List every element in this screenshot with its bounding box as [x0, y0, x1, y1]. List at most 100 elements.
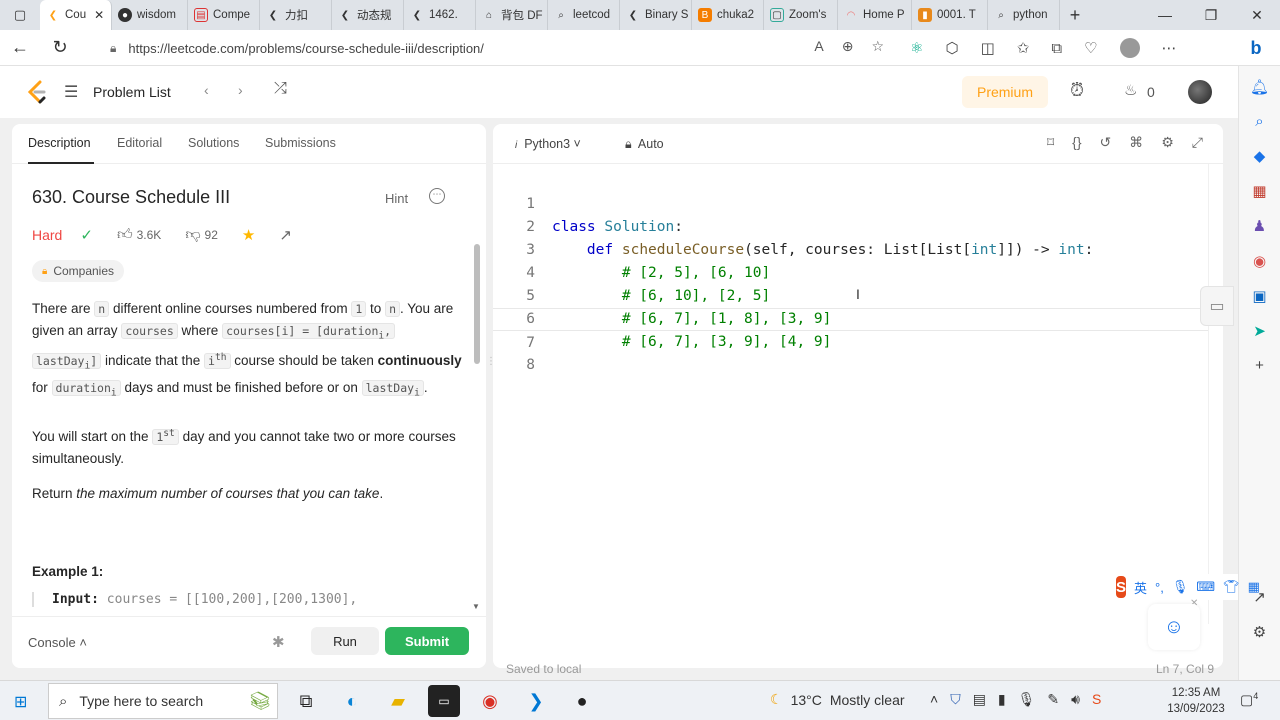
browser-tab[interactable]: ▢ Zoom's	[764, 0, 838, 30]
performance-icon[interactable]: ♡	[1084, 39, 1097, 57]
more-menu-icon[interactable]: ⋯	[1162, 39, 1177, 57]
vscode-icon[interactable]: ❯	[520, 685, 552, 717]
favorite-star-icon[interactable]: ☆	[871, 38, 884, 55]
browser-tab[interactable]: Bchuka2	[692, 0, 764, 30]
more-options-icon[interactable]: ⋯	[429, 188, 445, 204]
hint-button[interactable]: Hint	[385, 191, 408, 206]
minimize-icon[interactable]: —	[1142, 7, 1188, 23]
browser-tab[interactable]: ❮ 力扣	[260, 0, 332, 30]
shield-icon[interactable]: ⛉	[950, 691, 961, 708]
code-line[interactable]: 1 class Solution:	[493, 170, 1208, 235]
punctuation-icon[interactable]: °,	[1155, 580, 1164, 595]
browser-tab[interactable]: ▤ Compe	[188, 0, 260, 30]
toolbox-icon[interactable]: ▦	[1252, 182, 1266, 200]
keyboard-icon[interactable]: ⌨	[1196, 579, 1215, 595]
favorites-icon[interactable]: ✩	[1017, 39, 1030, 57]
shuffle-icon[interactable]: ⤮	[274, 80, 287, 98]
send-icon[interactable]: ➤	[1253, 322, 1266, 340]
tab-description[interactable]: Description	[28, 136, 91, 150]
thumbs-up-icon[interactable]: 👍︎	[117, 226, 133, 244]
premium-button[interactable]: Premium	[962, 76, 1048, 108]
console-toggle[interactable]: Console ˄	[28, 635, 87, 650]
terminal-icon[interactable]: ▭	[428, 685, 460, 717]
document-icon[interactable]: ▭	[1200, 286, 1234, 326]
code-line[interactable]: 4 # [6, 10], [2, 5]	[493, 239, 1208, 304]
chrome-icon[interactable]: ◉	[474, 685, 506, 717]
clock[interactable]: 12:35 AM 13/09/2023	[1166, 685, 1226, 717]
share-icon[interactable]: ↗	[279, 226, 292, 244]
editor-settings-icon[interactable]: ⚙	[1161, 134, 1174, 151]
task-view-icon[interactable]: ⧉	[290, 685, 322, 717]
browser-tab-active[interactable]: ❮ Cou ✕	[40, 0, 112, 30]
alarm-clock-icon[interactable]: ⏰︎	[1070, 80, 1084, 101]
shopping-tag-icon[interactable]: ◆	[1254, 147, 1266, 165]
browser-tab[interactable]: ❮ 1462.	[404, 0, 476, 30]
tab-actions-icon[interactable]: ▢	[0, 0, 40, 30]
windows-start-icon[interactable]: ⊞	[14, 692, 27, 712]
sogou-ime-icon[interactable]: S	[1116, 576, 1127, 598]
network-icon[interactable]: ▤	[973, 691, 986, 708]
microphone-icon[interactable]: 🎙︎	[1172, 579, 1189, 595]
sidebar-settings-icon[interactable]: ⚙	[1253, 623, 1266, 641]
code-line[interactable]: 2 def scheduleCourse(self, courses: List…	[493, 193, 1208, 258]
split-screen-icon[interactable]: ◫	[981, 39, 995, 57]
games-icon[interactable]: ♟	[1253, 217, 1266, 235]
books-icon[interactable]: 📚︎	[244, 685, 276, 717]
code-line[interactable]: 8	[493, 331, 1208, 373]
search-icon[interactable]: ⌕	[1255, 113, 1263, 130]
ime-menu-icon[interactable]: ▦	[1248, 579, 1260, 595]
description-scrollbar[interactable]	[474, 244, 480, 364]
companies-tag[interactable]: 🔒︎ Companies	[32, 260, 125, 282]
usb-icon[interactable]: ▮	[998, 691, 1006, 708]
code-area[interactable]: 1 class Solution: 2 def scheduleCourse(s…	[493, 170, 1208, 610]
code-line-active[interactable]: 7	[493, 308, 1208, 351]
user-avatar[interactable]	[1188, 80, 1212, 104]
tab-solutions[interactable]: Solutions	[188, 136, 239, 150]
browser-tab[interactable]: ▮ 0001. T	[912, 0, 988, 30]
browser-tab[interactable]: ◠ Home P	[838, 0, 912, 30]
streak-fire-icon[interactable]: ♨	[1124, 81, 1137, 99]
thumbs-down-icon[interactable]: 👎︎	[185, 226, 200, 244]
extensions-icon[interactable]: ⬡	[945, 39, 958, 57]
office-icon[interactable]: ◉	[1253, 252, 1266, 270]
profile-avatar[interactable]	[1119, 38, 1140, 58]
submit-button[interactable]: Submit	[385, 627, 469, 655]
bell-icon[interactable]: 🔔︎	[1250, 78, 1269, 96]
browser-tab[interactable]: ❮ Binary S	[620, 0, 692, 30]
favorite-star-icon[interactable]: ★	[242, 226, 255, 244]
back-icon[interactable]: ←	[0, 37, 40, 58]
bing-copilot-icon[interactable]: b	[1240, 34, 1272, 62]
close-tab-icon[interactable]: ✕	[94, 8, 104, 22]
fullscreen-icon[interactable]: ⤢	[1192, 134, 1203, 151]
browser-tab[interactable]: ● wisdom	[112, 0, 188, 30]
sogou-tray-icon[interactable]: S	[1092, 691, 1101, 708]
zoom-icon[interactable]: ⊕	[842, 38, 854, 55]
debug-icon[interactable]: ✱	[272, 633, 285, 651]
tab-submissions[interactable]: Submissions	[265, 136, 336, 150]
scroll-down-icon[interactable]: ▼	[472, 602, 480, 611]
url-field[interactable]: 🔒︎ https://leetcode.com/problems/course-…	[96, 34, 896, 62]
weather-widget[interactable]: ☾ 13°C Mostly clear	[770, 691, 905, 708]
microphone-icon[interactable]: 🎙︎	[1018, 691, 1036, 708]
reset-code-icon[interactable]: ↺	[1100, 134, 1112, 151]
ime-language-toggle[interactable]: 英	[1134, 578, 1147, 597]
edge-browser-icon[interactable]: ◐	[336, 685, 368, 717]
leetcode-logo-icon[interactable]	[26, 80, 48, 104]
read-aloud-icon[interactable]: A	[814, 38, 823, 55]
volume-icon[interactable]: 🔊︎	[1071, 691, 1080, 708]
shortcuts-icon[interactable]: ⌘	[1129, 134, 1143, 151]
file-explorer-icon[interactable]: ▰	[382, 685, 414, 717]
refresh-icon[interactable]: ↻	[40, 37, 80, 58]
notification-icon[interactable]: ▢4	[1240, 691, 1258, 709]
next-problem-icon[interactable]: ›	[238, 82, 243, 98]
code-line[interactable]: 6 # [6, 7], [3, 9], [4, 9]	[493, 285, 1208, 350]
tab-editorial[interactable]: Editorial	[117, 136, 162, 150]
prev-problem-icon[interactable]: ‹	[204, 82, 209, 98]
code-line[interactable]: 5 # [6, 7], [1, 8], [3, 9]	[493, 262, 1208, 327]
close-window-icon[interactable]: ✕	[1234, 7, 1280, 24]
skin-icon[interactable]: 👕︎	[1223, 579, 1240, 595]
outlook-icon[interactable]: ▣	[1252, 287, 1266, 305]
restore-icon[interactable]: ❐	[1188, 7, 1234, 24]
browser-tab[interactable]: ⌕ leetcod	[548, 0, 620, 30]
new-tab-icon[interactable]: +	[1060, 5, 1090, 26]
